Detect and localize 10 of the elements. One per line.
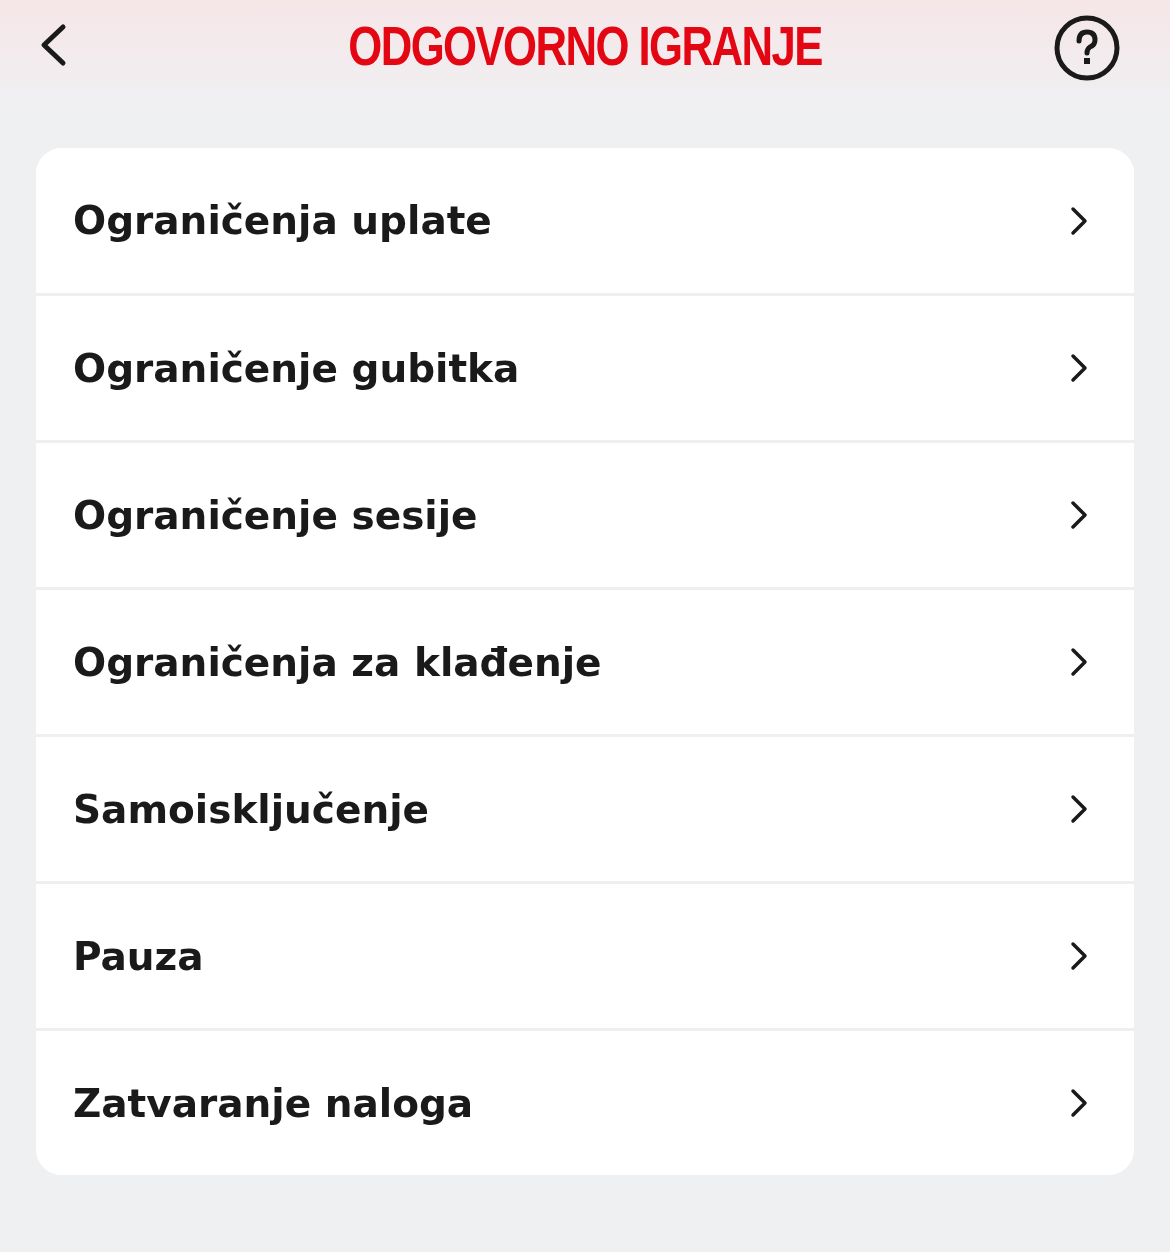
page-title: ODGOVORNO IGRANJE: [347, 12, 823, 78]
help-button[interactable]: [1054, 15, 1120, 81]
chevron-icon: [1070, 500, 1088, 530]
chevron-icon: [1070, 205, 1088, 236]
chevron-icon: [1070, 794, 1088, 824]
chevron-icon: [1070, 941, 1088, 971]
chevron-icon: [1070, 1088, 1088, 1118]
chevron-icon: [1070, 647, 1088, 677]
chevron-icon: [1070, 353, 1088, 383]
menu-item[interactable]: Zatvaranje naloga: [36, 1028, 1134, 1175]
